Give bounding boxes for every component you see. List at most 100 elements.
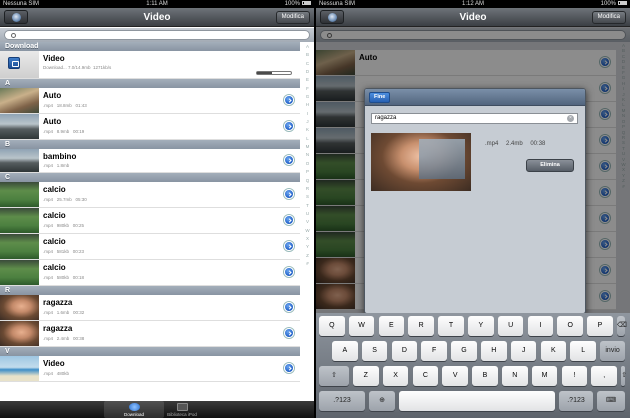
index-letter[interactable]: U <box>301 210 314 218</box>
index-letter[interactable]: # <box>301 260 314 268</box>
key-v[interactable]: V <box>442 366 468 386</box>
edit-button[interactable]: Modifica <box>275 11 310 24</box>
return-key[interactable]: invio <box>600 341 625 361</box>
search-input[interactable] <box>4 30 310 40</box>
index-letter[interactable]: G <box>301 93 314 101</box>
index-letter[interactable]: C <box>301 60 314 68</box>
list-item[interactable]: ragazza .mp4 1.6mb 00:32 <box>0 295 300 321</box>
shift-left-key[interactable]: ⇧ <box>319 366 349 386</box>
numbers-key-left[interactable]: .?123 <box>319 391 365 411</box>
index-letter[interactable]: E <box>301 76 314 84</box>
row-subtitle: .mp4 25.7mb 05:30 <box>43 197 87 202</box>
key-w[interactable]: W <box>348 316 375 336</box>
detail-disclosure-icon[interactable] <box>284 363 294 373</box>
index-letter[interactable]: N <box>301 151 314 159</box>
key-t[interactable]: T <box>438 316 464 336</box>
key-k[interactable]: K <box>540 341 567 361</box>
key-y[interactable]: Y <box>468 316 494 336</box>
detail-disclosure-icon[interactable] <box>284 95 294 105</box>
key-exclamation[interactable]: ! <box>561 366 588 386</box>
key-g[interactable]: G <box>451 341 477 361</box>
index-letter[interactable]: S <box>301 193 314 201</box>
globe-icon[interactable]: ⊕ <box>369 391 395 411</box>
clock-label: 1:11 AM <box>146 1 168 7</box>
key-h[interactable]: H <box>481 341 507 361</box>
key-b[interactable]: B <box>472 366 498 386</box>
index-letter[interactable]: O <box>301 160 314 168</box>
video-preview-thumbnail[interactable] <box>371 133 471 191</box>
list-item[interactable]: Video .mp4 480kb <box>0 356 300 382</box>
key-q[interactable]: Q <box>319 316 345 336</box>
index-letter[interactable]: Q <box>301 177 314 185</box>
index-letter[interactable]: Y <box>301 243 314 251</box>
index-letter[interactable]: F <box>301 85 314 93</box>
index-letter[interactable]: K <box>301 126 314 134</box>
key-l[interactable]: L <box>570 341 596 361</box>
index-letter[interactable]: X <box>301 235 314 243</box>
video-name-field[interactable]: ragazza × <box>371 113 578 124</box>
key-p[interactable]: P <box>587 316 613 336</box>
index-letter[interactable]: L <box>301 135 314 143</box>
list-item[interactable]: calcio .mp4 25.7mb 05:30 <box>0 182 300 208</box>
key-comma[interactable]: , <box>591 366 617 386</box>
key-a[interactable]: A <box>332 341 358 361</box>
done-button[interactable]: Fine <box>369 92 391 103</box>
key-c[interactable]: C <box>412 366 439 386</box>
list-item[interactable]: calcio .mp4 580kb 00:18 <box>0 260 300 286</box>
index-letter[interactable]: I <box>301 110 314 118</box>
list-item[interactable]: Auto .mp4 8.9mb 00:19 <box>0 114 300 140</box>
index-letter[interactable]: V <box>301 218 314 226</box>
key-i[interactable]: I <box>527 316 554 336</box>
index-letter[interactable]: D <box>301 68 314 76</box>
key-r[interactable]: R <box>408 316 434 336</box>
index-letter[interactable]: B <box>301 51 314 59</box>
detail-disclosure-icon[interactable] <box>284 189 294 199</box>
key-d[interactable]: D <box>391 341 418 361</box>
row-subtitle: .mp4 8.9mb 00:19 <box>43 129 85 134</box>
detail-disclosure-icon[interactable] <box>284 267 294 277</box>
tab-library[interactable]: Biblioteca iPod <box>152 401 212 418</box>
delete-button[interactable]: Elimina <box>526 159 574 172</box>
detail-disclosure-icon[interactable] <box>284 155 294 165</box>
key-f[interactable]: F <box>421 341 447 361</box>
index-letter[interactable]: R <box>301 185 314 193</box>
list-item[interactable]: ragazza .mp4 2.4mb 00:38 <box>0 321 300 347</box>
clear-text-icon[interactable]: × <box>567 115 574 122</box>
key-e[interactable]: E <box>378 316 405 336</box>
key-m[interactable]: M <box>531 366 558 386</box>
backspace-key[interactable]: ⌫ <box>617 316 627 336</box>
shift-right-key[interactable]: ⇧ <box>621 366 627 386</box>
index-letter[interactable]: T <box>301 202 314 210</box>
index-letter[interactable]: J <box>301 118 314 126</box>
key-n[interactable]: N <box>502 366 528 386</box>
key-s[interactable]: S <box>361 341 388 361</box>
detail-disclosure-icon[interactable] <box>284 302 294 312</box>
download-row[interactable]: Video Download... 7.0/14.9mb 1271kb/s <box>0 51 300 79</box>
detail-disclosure-icon[interactable] <box>284 328 294 338</box>
key-z[interactable]: Z <box>353 366 379 386</box>
key-o[interactable]: O <box>557 316 583 336</box>
index-letter[interactable]: H <box>301 101 314 109</box>
row-title: Video <box>43 359 65 368</box>
detail-disclosure-icon[interactable] <box>284 215 294 225</box>
edit-button[interactable]: Modifica <box>591 11 626 24</box>
key-u[interactable]: U <box>497 316 524 336</box>
index-letter[interactable]: Z <box>301 252 314 260</box>
tab-label: Biblioteca iPod <box>167 412 197 417</box>
section-index[interactable]: A B C D E F G H I J K L M N O P Q R S T U V W X Y Z # <box>301 43 314 401</box>
list-item[interactable]: calcio .mp4 980kb 00:25 <box>0 208 300 234</box>
detail-disclosure-icon[interactable] <box>284 121 294 131</box>
index-letter[interactable]: W <box>301 227 314 235</box>
key-x[interactable]: X <box>382 366 409 386</box>
list-item[interactable]: Auto .mp4 18.8mb 01:43 <box>0 88 300 114</box>
space-bar[interactable] <box>399 391 555 411</box>
index-letter[interactable]: A <box>301 43 314 51</box>
list-item[interactable]: bambino .mp4 1.8mb <box>0 149 300 173</box>
detail-disclosure-icon[interactable] <box>284 241 294 251</box>
key-j[interactable]: J <box>510 341 537 361</box>
list-item[interactable]: calcio .mp4 581kb 00:23 <box>0 234 300 260</box>
index-letter[interactable]: M <box>301 143 314 151</box>
hide-keyboard-icon[interactable]: ⌨ <box>597 391 625 411</box>
numbers-key-right[interactable]: .?123 <box>559 391 593 411</box>
index-letter[interactable]: P <box>301 168 314 176</box>
